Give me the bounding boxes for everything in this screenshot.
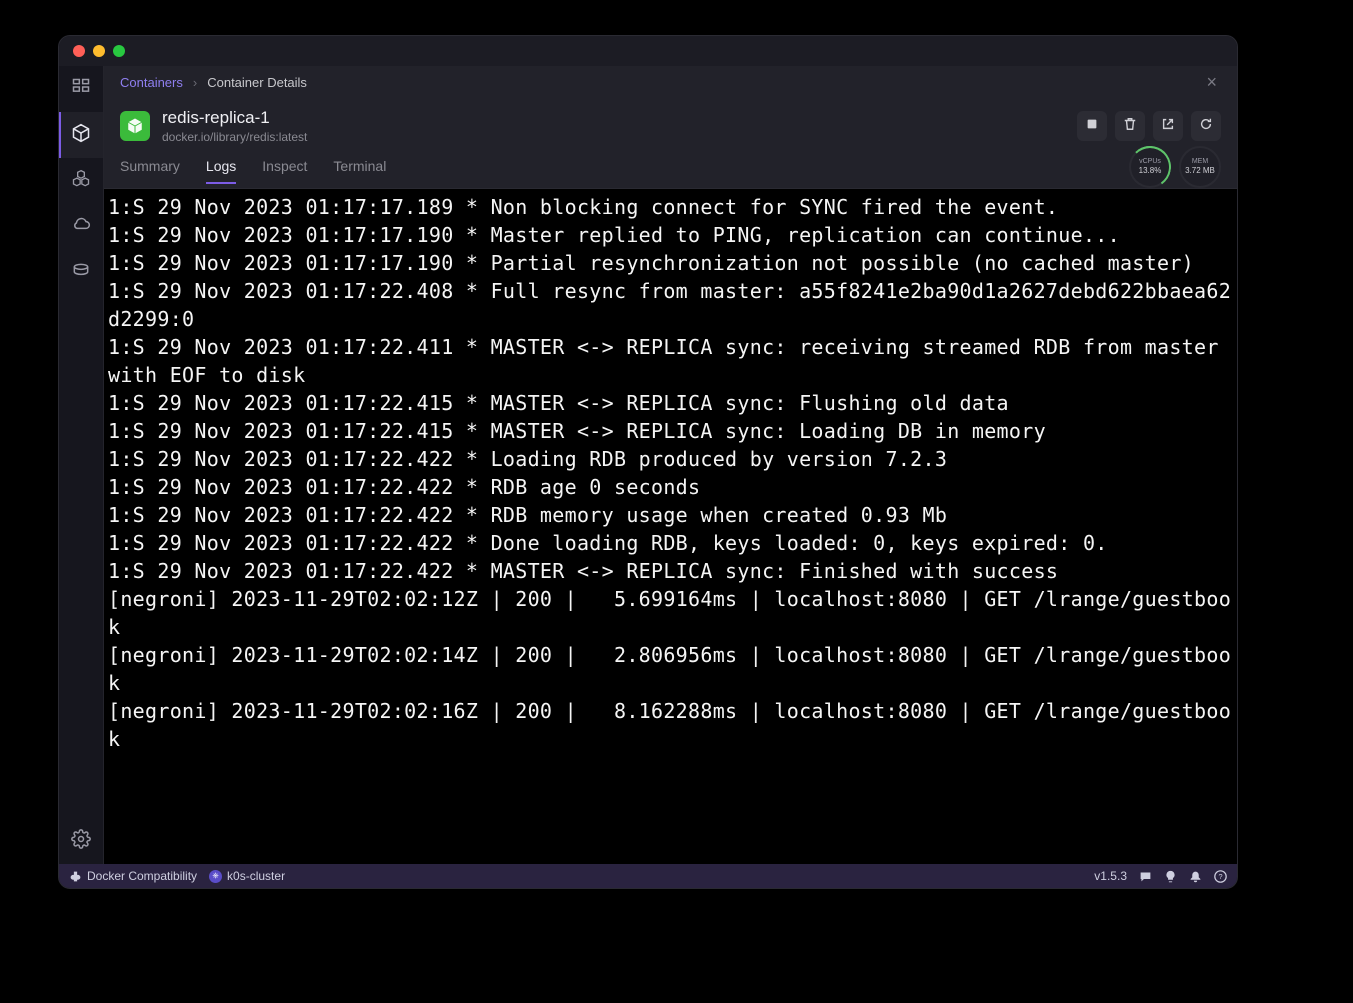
- help-icon[interactable]: ?: [1214, 870, 1227, 883]
- tab-terminal[interactable]: Terminal: [333, 150, 386, 184]
- close-panel-button[interactable]: ×: [1202, 72, 1221, 93]
- gear-icon: [71, 829, 91, 854]
- delete-button[interactable]: [1115, 111, 1145, 141]
- plug-icon: [69, 870, 82, 883]
- open-external-button[interactable]: [1153, 111, 1183, 141]
- breadcrumb: Containers › Container Details ×: [104, 66, 1237, 98]
- tab-logs[interactable]: Logs: [206, 150, 236, 184]
- bell-icon[interactable]: [1189, 870, 1202, 883]
- statusbar-cluster[interactable]: ⎈ k0s-cluster: [209, 869, 285, 883]
- cloud-icon: [71, 215, 91, 240]
- cubes-icon: [71, 169, 91, 194]
- sidebar-item-cloud[interactable]: [59, 204, 103, 250]
- sidebar-item-dashboard[interactable]: [59, 66, 103, 112]
- refresh-icon: [1199, 117, 1213, 136]
- window-close-button[interactable]: [73, 45, 85, 57]
- cube-icon: [71, 123, 91, 148]
- titlebar: [59, 36, 1237, 66]
- chevron-right-icon: ›: [193, 75, 197, 90]
- sidebar-item-settings[interactable]: [59, 818, 103, 864]
- log-output: 1:S 29 Nov 2023 01:17:17.189 * Non block…: [104, 189, 1237, 757]
- statusbar-cluster-label: k0s-cluster: [227, 869, 285, 883]
- sidebar-item-pods[interactable]: [59, 158, 103, 204]
- breadcrumb-root-link[interactable]: Containers: [120, 75, 183, 90]
- chat-icon[interactable]: [1139, 870, 1152, 883]
- sidebar-item-volumes[interactable]: [59, 250, 103, 296]
- external-link-icon: [1161, 117, 1175, 136]
- bulb-icon[interactable]: [1164, 870, 1177, 883]
- trash-icon: [1123, 117, 1137, 136]
- app-window: Containers › Container Details × redis-r…: [58, 35, 1238, 889]
- cpu-value: 13.8%: [1139, 166, 1162, 176]
- restart-button[interactable]: [1191, 111, 1221, 141]
- tab-inspect[interactable]: Inspect: [262, 150, 307, 184]
- statusbar-version: v1.5.3: [1094, 869, 1127, 883]
- breadcrumb-current: Container Details: [207, 75, 307, 90]
- tab-summary[interactable]: Summary: [120, 150, 180, 184]
- kube-icon: ⎈: [209, 870, 222, 883]
- sidebar: [59, 66, 104, 864]
- tabs: Summary Logs Inspect Terminal vCPUs 13.8…: [104, 146, 1237, 189]
- storage-icon: [71, 261, 91, 286]
- dashboard-icon: [71, 77, 91, 102]
- svg-text:?: ?: [1218, 871, 1222, 880]
- mem-label: MEM: [1192, 158, 1208, 166]
- window-maximize-button[interactable]: [113, 45, 125, 57]
- mem-value: 3.72 MB: [1185, 166, 1215, 176]
- cpu-stat-chip: vCPUs 13.8%: [1129, 146, 1171, 188]
- cpu-label: vCPUs: [1139, 158, 1161, 166]
- stop-button[interactable]: [1077, 111, 1107, 141]
- statusbar-docker[interactable]: Docker Compatibility: [69, 869, 197, 883]
- log-viewport[interactable]: 1:S 29 Nov 2023 01:17:17.189 * Non block…: [104, 189, 1237, 864]
- container-icon: [120, 111, 150, 141]
- container-image: docker.io/library/redis:latest: [162, 130, 307, 144]
- statusbar: Docker Compatibility ⎈ k0s-cluster v1.5.…: [59, 864, 1237, 888]
- container-name: redis-replica-1: [162, 108, 307, 128]
- stop-icon: [1085, 117, 1099, 136]
- statusbar-docker-label: Docker Compatibility: [87, 869, 197, 883]
- sidebar-item-containers[interactable]: [59, 112, 103, 158]
- mem-stat-chip: MEM 3.72 MB: [1179, 146, 1221, 188]
- window-minimize-button[interactable]: [93, 45, 105, 57]
- container-header: redis-replica-1 docker.io/library/redis:…: [104, 98, 1237, 146]
